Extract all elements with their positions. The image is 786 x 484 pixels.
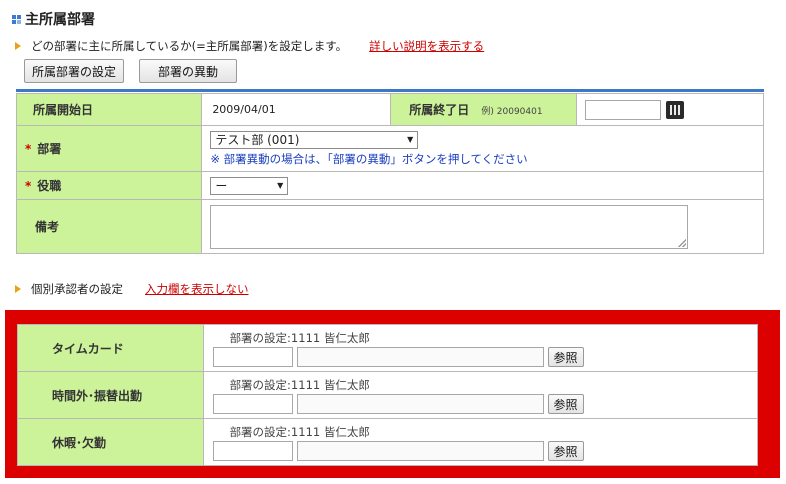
- approver-table: タイムカード 部署の設定:1111 皆仁太郎 参照 時間外･振替出勤 部署の設定…: [17, 324, 759, 466]
- main-form-table: 所属開始日 2009/04/01 所属終了日 例) 20090401 * 部署 テ…: [15, 93, 764, 254]
- section-divider: [16, 89, 764, 92]
- end-date-label: 所属終了日: [409, 103, 470, 117]
- dept-setting-text: 部署の設定:1111 皆仁太郎: [229, 425, 370, 439]
- required-mark: *: [25, 142, 32, 156]
- approver-field-leave: 部署の設定:1111 皆仁太郎 参照: [202, 418, 759, 466]
- approver-name-input[interactable]: [296, 394, 544, 414]
- grid-squares-icon: [12, 14, 21, 24]
- remarks-label: 備考: [15, 199, 203, 254]
- position-select[interactable]: ー ▼: [210, 176, 289, 195]
- approver-label-leave: 休暇･欠勤: [17, 418, 204, 466]
- dept-field-cell: テスト部 (001) ▼ ※ 部署異動の場合は、「部署の異動」ボタンを押してくだ…: [201, 125, 764, 172]
- approver-code-input[interactable]: [212, 347, 293, 367]
- end-date-cell: [576, 93, 764, 126]
- position-label: 役職: [37, 179, 62, 193]
- dropdown-arrow-icon: ▼: [277, 181, 284, 190]
- approver-name-input[interactable]: [296, 347, 544, 367]
- end-date-example: 例) 20090401: [481, 107, 543, 117]
- orange-triangle-icon: [15, 285, 21, 293]
- orange-triangle-icon: [15, 42, 21, 50]
- end-date-label-cell: 所属終了日 例) 20090401: [390, 93, 578, 126]
- hide-input-link[interactable]: 入力欄を表示しない: [145, 281, 249, 297]
- remarks-field-cell: [201, 199, 764, 254]
- approver-label-overtime: 時間外･振替出勤: [17, 371, 204, 419]
- reference-button[interactable]: 参照: [547, 441, 584, 461]
- description-row: どの部署に主に所属しているか(=主所属部署)を設定します。 詳しい説明を表示する: [15, 38, 484, 54]
- position-select-value: ー: [215, 179, 228, 193]
- dept-select[interactable]: テスト部 (001) ▼: [210, 130, 419, 149]
- approver-header: 個別承認者の設定 入力欄を表示しない: [15, 281, 249, 297]
- section-title-text: 主所属部署: [25, 12, 95, 28]
- required-mark: *: [25, 179, 32, 193]
- dept-setting-text: 部署の設定:1111 皆仁太郎: [229, 331, 370, 345]
- dept-setting-text: 部署の設定:1111 皆仁太郎: [229, 378, 370, 392]
- start-date-label: 所属開始日: [15, 93, 203, 126]
- description-text: どの部署に主に所属しているか(=主所属部署)を設定します。: [31, 39, 348, 53]
- position-field-cell: ー ▼: [201, 171, 764, 200]
- calendar-icon[interactable]: [666, 100, 685, 119]
- approver-name-input[interactable]: [296, 441, 544, 461]
- dept-label: 部署: [37, 142, 62, 156]
- end-date-input[interactable]: [585, 99, 662, 120]
- dept-transfer-button[interactable]: 部署の異動: [139, 59, 237, 83]
- dept-note: ※ 部署異動の場合は、「部署の異動」ボタンを押してください: [210, 151, 528, 166]
- approver-field-timecard: 部署の設定:1111 皆仁太郎 参照: [202, 324, 759, 372]
- approver-title: 個別承認者の設定: [31, 282, 123, 296]
- start-date-value: 2009/04/01: [201, 93, 392, 126]
- remarks-textarea[interactable]: [210, 204, 689, 249]
- dept-setting-button[interactable]: 所属部署の設定: [24, 59, 124, 83]
- detail-link[interactable]: 詳しい説明を表示する: [369, 38, 484, 54]
- resize-handle-icon[interactable]: [678, 238, 687, 247]
- dept-select-value: テスト部 (001): [215, 133, 300, 147]
- approver-code-input[interactable]: [212, 441, 293, 461]
- approver-label-timecard: タイムカード: [17, 324, 204, 372]
- dept-label-cell: * 部署: [15, 125, 203, 172]
- approver-field-overtime: 部署の設定:1111 皆仁太郎 参照: [202, 371, 759, 419]
- dropdown-arrow-icon: ▼: [407, 135, 414, 144]
- reference-button[interactable]: 参照: [547, 394, 584, 414]
- position-label-cell: * 役職: [15, 171, 203, 200]
- reference-button[interactable]: 参照: [547, 347, 584, 367]
- approver-code-input[interactable]: [212, 394, 293, 414]
- section-title: 主所属部署: [12, 9, 95, 29]
